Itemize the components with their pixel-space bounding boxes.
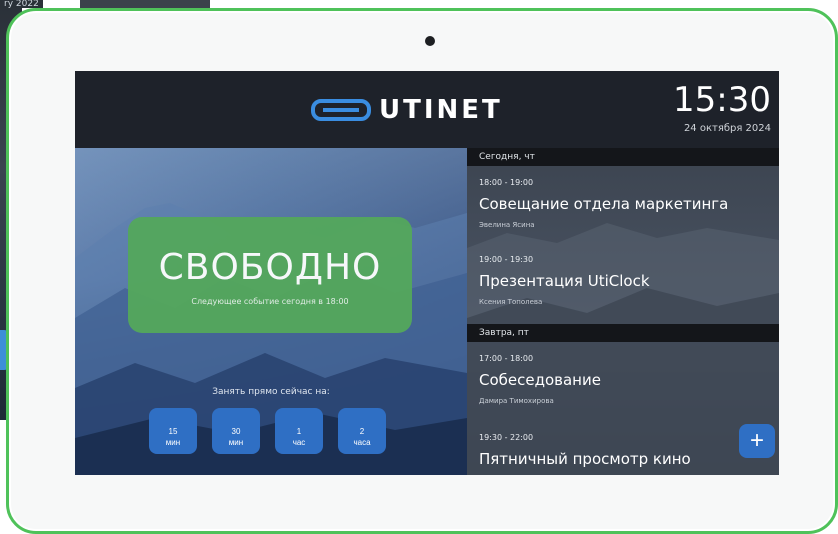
book-30-min-button[interactable]: 30 мин <box>212 408 260 454</box>
plus-icon: + <box>749 427 764 454</box>
book-button-unit: час <box>292 437 306 447</box>
tablet-device: UTINET 15:30 24 октября 2024 СВОБОДНО Сл… <box>6 8 838 534</box>
background-text: ry 2022 <box>0 0 43 9</box>
book-2-hours-button[interactable]: 2 часа <box>338 408 386 454</box>
quick-book-label: Занять прямо сейчас на: <box>212 387 330 397</box>
book-button-value: 2 <box>359 426 365 436</box>
schedule-event[interactable]: 18:00 - 19:00 Совещание отдела маркетинг… <box>479 178 769 229</box>
schedule-event[interactable]: 19:30 - 22:00 Пятничный просмотр кино <box>479 433 769 468</box>
utinet-logo-icon <box>311 99 371 121</box>
event-title: Презентация UtiClock <box>479 272 650 290</box>
book-button-value: 30 <box>231 426 241 436</box>
day-header-tomorrow: Завтра, пт <box>467 324 779 342</box>
camera-icon <box>425 36 435 46</box>
schedule-event[interactable]: 17:00 - 18:00 Собеседование Дамира Тимох… <box>479 354 769 405</box>
event-time: 18:00 - 19:00 <box>479 178 534 187</box>
event-time: 19:00 - 19:30 <box>479 255 534 264</box>
event-organizer: Дамира Тимохирова <box>479 397 554 405</box>
event-title: Совещание отдела маркетинга <box>479 195 729 213</box>
clock-date: 24 октября 2024 <box>683 123 771 134</box>
book-button-value: 15 <box>168 426 178 436</box>
tablet-screen: UTINET 15:30 24 октября 2024 СВОБОДНО Сл… <box>75 71 779 475</box>
status-card: СВОБОДНО Следующее событие сегодня в 18:… <box>128 217 412 333</box>
room-status-pane: СВОБОДНО Следующее событие сегодня в 18:… <box>75 148 467 475</box>
book-1-hour-button[interactable]: 1 час <box>275 408 323 454</box>
event-time: 19:30 - 22:00 <box>479 433 534 442</box>
event-organizer: Ксения Тополева <box>479 298 543 306</box>
event-organizer: Эвелина Ясина <box>479 221 535 229</box>
event-title: Собеседование <box>479 371 601 389</box>
schedule-pane: Сегодня, чт 18:00 - 19:00 Совещание отде… <box>467 148 779 475</box>
book-button-unit: мин <box>228 437 244 447</box>
logo-text: UTINET <box>379 95 503 125</box>
schedule-event[interactable]: 19:00 - 19:30 Презентация UtiClock Ксени… <box>479 255 769 306</box>
event-time: 17:00 - 18:00 <box>479 354 534 363</box>
brand-logo: UTINET <box>311 95 503 125</box>
book-15-min-button[interactable]: 15 мин <box>149 408 197 454</box>
book-button-unit: часа <box>353 437 371 447</box>
book-button-unit: мин <box>165 437 181 447</box>
event-title: Пятничный просмотр кино <box>479 450 691 468</box>
screen-header: UTINET 15:30 24 октября 2024 <box>75 71 779 148</box>
book-button-value: 1 <box>296 426 302 436</box>
status-subtitle: Следующее событие сегодня в 18:00 <box>191 297 349 306</box>
clock-time: 15:30 <box>673 80 771 120</box>
day-header-today: Сегодня, чт <box>467 148 779 166</box>
quick-book-buttons: 15 мин 30 мин 1 час 2 часа <box>149 408 386 454</box>
add-event-button[interactable]: + <box>739 424 775 458</box>
status-title: СВОБОДНО <box>158 247 382 288</box>
